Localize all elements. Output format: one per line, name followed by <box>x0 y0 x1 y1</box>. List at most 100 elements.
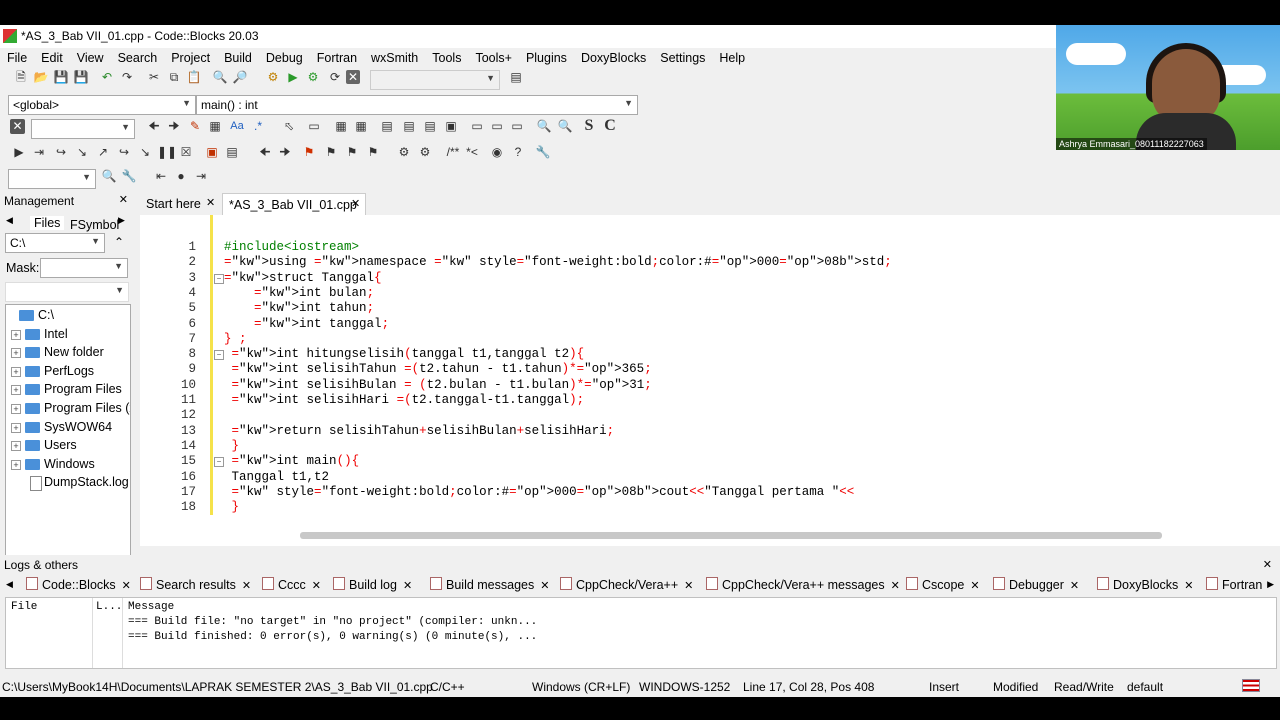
regex-icon[interactable]: .* <box>249 117 267 135</box>
log-tab[interactable]: DoxyBlocks ✕ <box>1097 577 1194 597</box>
jump-forward-icon[interactable]: ⇥ <box>192 167 210 185</box>
fold-icon[interactable]: − <box>214 273 224 284</box>
bookmark-prev-icon[interactable]: 🠈 <box>256 143 274 161</box>
menu-file[interactable]: File <box>0 48 34 65</box>
menu-build[interactable]: Build <box>217 48 259 65</box>
block4-icon[interactable]: ▣ <box>442 117 460 135</box>
replace-icon[interactable]: 🔎 <box>231 68 249 86</box>
code-line[interactable]: } <box>224 500 240 515</box>
up-dir-button[interactable]: ⌃ <box>114 235 124 249</box>
code-line[interactable]: #include<iostream> <box>224 240 359 255</box>
expand-icon[interactable]: + <box>11 422 21 433</box>
rebuild-icon[interactable]: ⟳ <box>326 68 344 86</box>
cc-search-icon[interactable]: 🔍 <box>100 167 118 185</box>
match-case-icon[interactable]: Aa <box>228 117 246 135</box>
log-tab[interactable]: Fortran <box>1206 577 1262 597</box>
close-icon[interactable]: ✕ <box>540 580 549 592</box>
jump2-icon[interactable]: ⚙ <box>416 143 434 161</box>
block-icon[interactable]: ▤ <box>378 117 396 135</box>
new-file-icon[interactable]: 🗎 <box>12 68 30 86</box>
build-gear-icon[interactable]: ⚙ <box>264 68 282 86</box>
code-line[interactable]: ="kw" style="font-weight:bold;color:#="o… <box>224 485 855 500</box>
redo-icon[interactable]: ↷ <box>118 68 136 86</box>
decision-icon[interactable]: ▦ <box>332 117 350 135</box>
jump-icon[interactable]: ⚙ <box>395 143 413 161</box>
next-bookmark-icon[interactable]: ⚑ <box>343 143 361 161</box>
code-line[interactable]: ="kw">struct Tanggal{ <box>224 271 382 286</box>
expand-icon[interactable]: + <box>11 441 21 452</box>
code-line[interactable]: ="kw">int tahun; <box>224 301 374 316</box>
expand-icon[interactable]: + <box>11 329 21 340</box>
log-tab[interactable]: Build log ✕ <box>333 577 412 597</box>
build-target-combo[interactable]: ▼ <box>370 70 500 90</box>
menu-view[interactable]: View <box>70 48 111 65</box>
expand-icon[interactable]: + <box>11 404 21 414</box>
close-icon[interactable]: ✕ <box>122 580 131 592</box>
log-row[interactable]: === Build finished: 0 error(s), 0 warnin… <box>128 631 537 643</box>
log-row[interactable]: === Build file: "no target" in "no proje… <box>128 616 537 628</box>
run-icon[interactable]: ▶ <box>284 68 302 86</box>
cc-settings-icon[interactable]: 🔧 <box>120 167 138 185</box>
block2-icon[interactable]: ▤ <box>400 117 418 135</box>
path-combo[interactable]: C:\ ▼ <box>5 233 105 253</box>
zoom-out-icon[interactable]: 🔍 <box>556 117 574 135</box>
menu-debug[interactable]: Debug <box>259 48 310 65</box>
mask-combo[interactable]: ▼ <box>40 258 128 278</box>
fold-icon[interactable]: − <box>214 350 224 361</box>
close-icon[interactable]: ✕ <box>206 196 215 209</box>
abort-icon[interactable]: ✕ <box>346 70 360 84</box>
cc-combo[interactable]: ▼ <box>8 169 96 189</box>
copy-icon[interactable]: ⧉ <box>165 68 183 86</box>
expand-icon[interactable]: + <box>11 385 21 396</box>
next-line-icon[interactable]: ↪ <box>52 143 70 161</box>
menu-project[interactable]: Project <box>164 48 217 65</box>
close-icon[interactable]: ✕ <box>119 193 128 206</box>
tab-scroll-left-icon[interactable]: ◀ <box>6 579 13 590</box>
comment-icon[interactable]: /** <box>442 143 464 161</box>
expand-icon[interactable]: + <box>11 348 21 359</box>
pointer-icon[interactable]: ⬁ <box>280 117 298 135</box>
menu-plugins[interactable]: Plugins <box>519 48 574 65</box>
menu-edit[interactable]: Edit <box>34 48 70 65</box>
code-line[interactable]: ="kw">int main(){ <box>224 454 360 469</box>
tab-start-here[interactable]: Start here ✕ <box>140 193 220 215</box>
menu-fortran[interactable]: Fortran <box>310 48 364 65</box>
step-instruction-icon[interactable]: ↘ <box>136 143 154 161</box>
find-icon[interactable]: 🔍 <box>211 68 229 86</box>
undo-icon[interactable]: ↶ <box>98 68 116 86</box>
scope-function-combo[interactable]: main() : int ▼ <box>196 95 638 115</box>
close-icon[interactable]: ✕ <box>891 580 900 592</box>
code-line[interactable]: ="kw">int tanggal; <box>224 317 389 332</box>
code-line[interactable]: ="kw">int hitungselisih(tanggal t1,tangg… <box>224 347 585 362</box>
menu-search[interactable]: Search <box>111 48 165 65</box>
code-line[interactable]: } <box>224 439 240 454</box>
shape1-icon[interactable]: ▭ <box>468 117 486 135</box>
code-line[interactable]: } ; <box>224 332 247 347</box>
jump-back-icon[interactable]: ⇤ <box>152 167 170 185</box>
step-out-icon[interactable]: ↗ <box>94 143 112 161</box>
debug-continue-icon[interactable]: ▶ <box>10 143 28 161</box>
rect-icon[interactable]: ▭ <box>305 117 323 135</box>
close-icon[interactable]: ✕ <box>970 580 979 592</box>
log-tab[interactable]: Search results ✕ <box>140 577 251 597</box>
log-tab[interactable]: Cscope ✕ <box>906 577 980 597</box>
menu-tools-plus[interactable]: Tools+ <box>468 48 518 65</box>
jump-dot-icon[interactable]: ● <box>172 167 190 185</box>
help-icon[interactable]: ? <box>509 143 527 161</box>
clear-search-icon[interactable]: ✕ <box>10 119 25 134</box>
log-tab[interactable]: Debugger ✕ <box>993 577 1079 597</box>
selected-text-icon[interactable]: ▦ <box>206 117 224 135</box>
pause-icon[interactable]: ❚❚ <box>157 143 177 161</box>
tab-scroll-right-icon[interactable]: ▶ <box>1267 579 1274 590</box>
col-message[interactable]: Message <box>128 601 174 613</box>
s-letter-icon[interactable]: S <box>580 117 598 135</box>
comment-line-icon[interactable]: *< <box>462 143 482 161</box>
save-icon[interactable]: 💾 <box>52 68 70 86</box>
bookmark-next-icon[interactable]: 🠊 <box>276 143 294 161</box>
menu-doxyblocks[interactable]: DoxyBlocks <box>574 48 653 65</box>
code-line[interactable]: ="kw">int selisihHari =(t2.tanggal-t1.ta… <box>224 393 585 408</box>
log-tab[interactable]: Code::Blocks ✕ <box>26 577 131 597</box>
paste-icon[interactable]: 📋 <box>185 68 203 86</box>
shape3-icon[interactable]: ▭ <box>508 117 526 135</box>
save-all-icon[interactable]: 💾 <box>72 68 90 86</box>
